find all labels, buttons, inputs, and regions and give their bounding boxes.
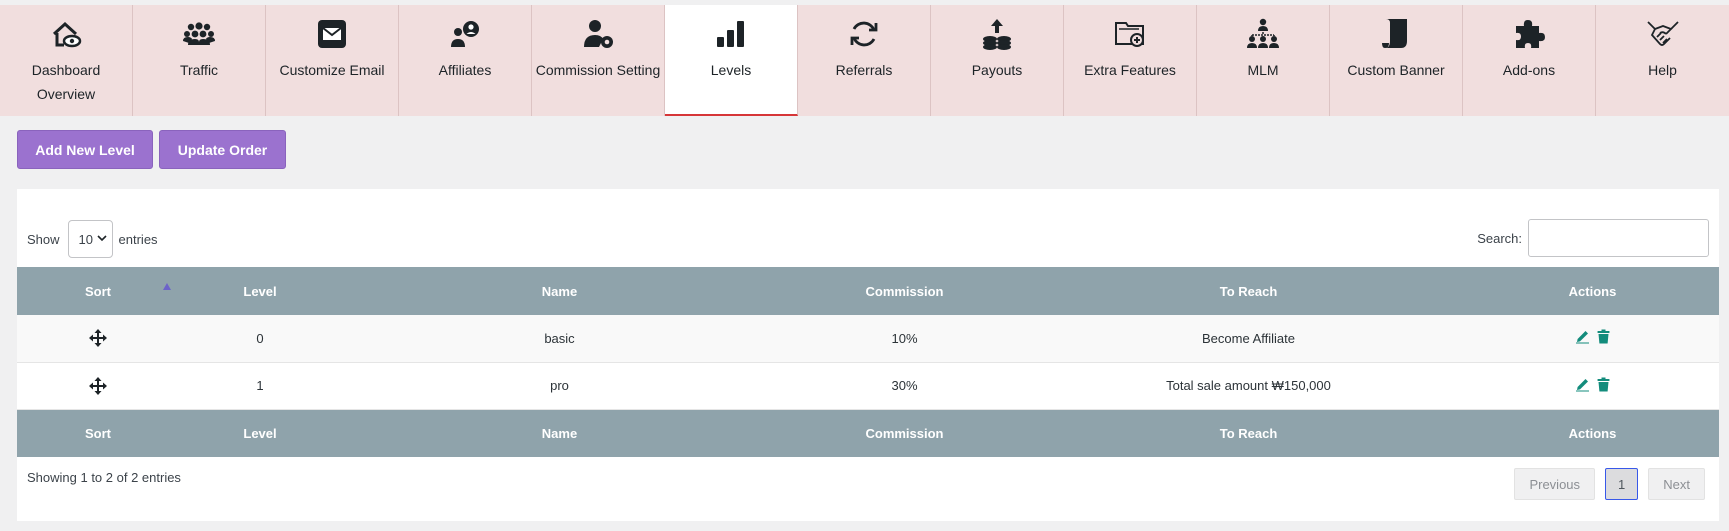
- cell-name: basic: [341, 315, 778, 363]
- move-icon: [89, 329, 107, 348]
- cell-level: 0: [179, 315, 341, 363]
- move-icon: [89, 376, 107, 395]
- tab-affiliates[interactable]: Affiliates: [399, 5, 532, 116]
- edit-pencil-icon[interactable]: [1575, 329, 1590, 344]
- tab-mlm[interactable]: MLM: [1197, 5, 1330, 116]
- table-footer-row: Sort Level Name Commission To Reach Acti…: [17, 409, 1719, 457]
- search-input[interactable]: [1528, 219, 1709, 257]
- tab-label: Add-ons: [1502, 62, 1556, 78]
- tab-dashboard-overview[interactable]: Dashboard Overview: [0, 5, 133, 116]
- tab-label: Payouts: [971, 62, 1023, 78]
- footer-header-commission: Commission: [778, 409, 1031, 457]
- entries-length-select[interactable]: 10: [67, 220, 113, 258]
- column-header-actions: Actions: [1466, 267, 1719, 315]
- footer-header-to-reach: To Reach: [1031, 409, 1466, 457]
- help-handshake-icon: [1643, 16, 1683, 52]
- cell-commission: 10%: [778, 315, 1031, 363]
- tab-customize-email[interactable]: Customize Email: [266, 5, 399, 116]
- tab-label: MLM: [1247, 62, 1279, 78]
- cell-level: 1: [179, 362, 341, 410]
- drag-handle[interactable]: [17, 362, 179, 410]
- tab-label: Customize Email: [279, 62, 385, 78]
- tab-label: Help: [1648, 62, 1677, 78]
- mlm-network-icon: [1243, 16, 1283, 52]
- cell-name: pro: [341, 362, 778, 410]
- tab-traffic[interactable]: Traffic: [133, 5, 266, 116]
- tab-help[interactable]: Help: [1596, 5, 1729, 116]
- next-page-button[interactable]: Next: [1648, 468, 1705, 500]
- entries-label: entries: [118, 231, 158, 247]
- entries-length-value: 10: [78, 231, 93, 247]
- cell-actions: [1466, 362, 1719, 410]
- levels-table-card: Show 10 entries Search: Sort Level Name …: [17, 189, 1719, 521]
- column-header-level[interactable]: Level: [179, 267, 341, 315]
- email-icon: [312, 16, 352, 52]
- tab-label: Dashboard Overview: [31, 62, 101, 102]
- table-row: 1 pro 30% Total sale amount ₩150,000: [17, 362, 1719, 410]
- search-label: Search:: [1477, 230, 1522, 246]
- extra-features-icon: [1110, 16, 1150, 52]
- tab-custom-banner[interactable]: Custom Banner: [1330, 5, 1463, 116]
- tab-label: Traffic: [179, 62, 219, 78]
- tab-label: Custom Banner: [1347, 62, 1445, 78]
- table-row: 0 basic 10% Become Affiliate: [17, 315, 1719, 363]
- page-1-button[interactable]: 1: [1605, 468, 1639, 500]
- custom-banner-icon: [1376, 16, 1416, 52]
- table-info: Showing 1 to 2 of 2 entries: [27, 470, 181, 485]
- delete-trash-icon[interactable]: [1596, 377, 1611, 392]
- column-header-commission[interactable]: Commission: [778, 267, 1031, 315]
- edit-pencil-icon[interactable]: [1575, 377, 1590, 392]
- drag-handle[interactable]: [17, 315, 179, 363]
- update-order-button[interactable]: Update Order: [159, 130, 286, 169]
- levels-bar-icon: [711, 16, 751, 52]
- tab-payouts[interactable]: Payouts: [931, 5, 1064, 116]
- cell-actions: [1466, 315, 1719, 363]
- show-label: Show: [27, 231, 60, 247]
- table-search: Search:: [1477, 219, 1709, 257]
- column-header-sort[interactable]: Sort: [17, 267, 179, 315]
- footer-header-sort: Sort: [17, 409, 179, 457]
- footer-header-name: Name: [341, 409, 778, 457]
- commission-setting-icon: [578, 16, 618, 52]
- footer-header-actions: Actions: [1466, 409, 1719, 457]
- tab-label: Referrals: [835, 62, 893, 78]
- affiliates-icon: [445, 16, 485, 52]
- levels-table: Sort Level Name Commission To Reach Acti…: [17, 267, 1719, 457]
- footer-header-level: Level: [179, 409, 341, 457]
- add-new-level-button[interactable]: Add New Level: [17, 130, 153, 169]
- cell-commission: 30%: [778, 362, 1031, 410]
- table-header-row: Sort Level Name Commission To Reach Acti…: [17, 267, 1719, 315]
- tab-referrals[interactable]: Referrals: [798, 5, 931, 116]
- tab-label: Extra Features: [1084, 62, 1176, 78]
- referrals-refresh-icon: [844, 16, 884, 52]
- dashboard-overview-icon: [46, 16, 86, 52]
- tab-label: Affiliates: [438, 62, 492, 78]
- chevron-down-icon: [96, 232, 108, 247]
- addons-puzzle-icon: [1509, 16, 1549, 52]
- cell-to-reach: Become Affiliate: [1031, 315, 1466, 363]
- tab-extra-features[interactable]: Extra Features: [1064, 5, 1197, 116]
- payouts-coins-icon: [977, 16, 1017, 52]
- column-header-to-reach[interactable]: To Reach: [1031, 267, 1466, 315]
- sort-ascending-icon: [163, 283, 171, 290]
- tab-label: Commission Setting: [535, 62, 661, 78]
- pagination: Previous 1 Next: [1514, 468, 1705, 500]
- top-tab-bar: Dashboard Overview Traffic Customize Ema…: [0, 5, 1729, 116]
- tab-levels[interactable]: Levels: [665, 5, 798, 116]
- column-header-name[interactable]: Name: [341, 267, 778, 315]
- delete-trash-icon[interactable]: [1596, 329, 1611, 344]
- previous-page-button[interactable]: Previous: [1514, 468, 1596, 500]
- entries-length-control: Show 10 entries: [27, 220, 158, 258]
- cell-to-reach: Total sale amount ₩150,000: [1031, 362, 1466, 410]
- traffic-users-icon: [179, 16, 219, 52]
- tab-commission-setting[interactable]: Commission Setting: [532, 5, 665, 116]
- tab-add-ons[interactable]: Add-ons: [1463, 5, 1596, 116]
- tab-label: Levels: [710, 62, 752, 78]
